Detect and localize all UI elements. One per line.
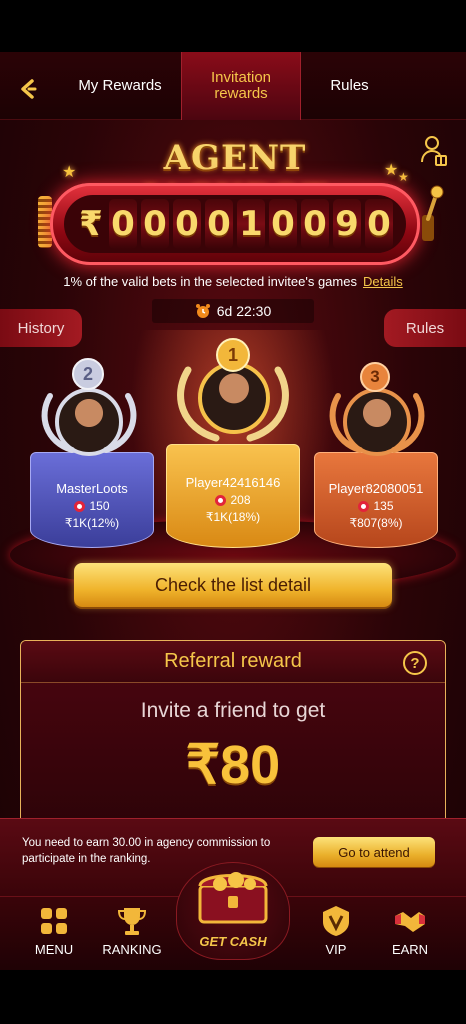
app-root: My Rewards Invitation rewards Rules ★ ★ …	[0, 0, 466, 1024]
jackpot-digit: 0	[109, 199, 137, 249]
referral-reward-card: Referral reward ? Invite a friend to get…	[20, 640, 446, 830]
podium-count-row: 150	[31, 499, 153, 513]
referral-subtitle: Invite a friend to get	[140, 699, 326, 722]
rank-number: 1	[227, 344, 238, 365]
get-cash-label: GET CASH	[199, 934, 267, 949]
referral-title: Referral reward	[164, 650, 302, 672]
podium-amount: ₹1K(12%)	[64, 516, 120, 530]
back-arrow-icon	[21, 79, 37, 99]
go-to-attend-button[interactable]: Go to attend	[313, 837, 435, 867]
referral-header: Referral reward ?	[21, 641, 445, 683]
podium-count-row: 135	[315, 499, 437, 513]
trophy-icon	[117, 908, 147, 935]
podium-name: Player82080051	[328, 481, 424, 496]
jackpot-digit: 0	[269, 199, 297, 249]
details-link[interactable]: Details	[363, 274, 403, 289]
tab-rules[interactable]: Rules	[302, 52, 397, 120]
jackpot-title: AGENT JACKPOT	[142, 138, 328, 218]
jackpot-reels: ₹ 000010090	[64, 195, 406, 253]
podium-amount: ₹807(8%)	[349, 516, 403, 530]
jackpot-digit: 0	[365, 199, 393, 249]
nav-label: EARN	[391, 942, 429, 957]
jackpot-digit: 0	[141, 199, 169, 249]
nav-menu[interactable]: MENU	[14, 897, 94, 971]
help-icon[interactable]: ?	[403, 651, 427, 675]
star-icon: ★	[62, 164, 77, 181]
jackpot-digit: 9	[333, 199, 361, 249]
top-tab-bar: My Rewards Invitation rewards Rules	[0, 52, 466, 120]
nav-earn[interactable]: EARN	[370, 897, 450, 971]
podium-name: Player42416146	[185, 475, 281, 490]
chip-icon	[74, 500, 86, 512]
podium-card-rank-2[interactable]: MasterLoots 150 ₹1K(12%)	[30, 452, 154, 548]
treasure-chest-icon	[198, 872, 268, 924]
jackpot-description-text: 1% of the valid bets in the selected inv…	[63, 274, 357, 289]
back-button[interactable]	[14, 74, 44, 104]
rank-badge-1: 1	[216, 338, 250, 372]
menu-grid-icon	[41, 908, 67, 934]
podium-count: 150	[89, 499, 110, 513]
alarm-clock-icon	[195, 304, 210, 318]
check-list-detail-button[interactable]: Check the list detail	[74, 563, 392, 607]
jackpot-description: 1% of the valid bets in the selected inv…	[0, 274, 466, 289]
star-icon: ★	[398, 170, 409, 184]
chip-icon	[358, 500, 370, 512]
nav-label: MENU	[34, 942, 74, 957]
system-nav-area	[0, 970, 466, 1024]
podium-count: 208	[230, 493, 251, 507]
jackpot-counter: ₹ 000010090	[50, 183, 420, 265]
podium-card-rank-3[interactable]: Player82080051 135 ₹807(8%)	[314, 452, 438, 548]
rank-number: 3	[370, 367, 380, 386]
jackpot-digit: 0	[173, 199, 201, 249]
status-bar-area	[0, 0, 466, 52]
jackpot-digit: 1	[237, 199, 265, 249]
handshake-icon	[395, 912, 425, 932]
rank-badge-2: 2	[72, 358, 104, 390]
vip-shield-icon	[323, 906, 349, 936]
invite-user-icon[interactable]	[420, 134, 448, 168]
referral-amount: ₹80	[185, 735, 281, 795]
nav-ranking[interactable]: RANKING	[92, 897, 172, 971]
podium-count-row: 208	[167, 493, 299, 507]
rules-button[interactable]: Rules	[384, 309, 466, 347]
chip-icon	[215, 494, 227, 506]
tab-invitation-rewards[interactable]: Invitation rewards	[181, 52, 301, 120]
podium-count: 135	[373, 499, 394, 513]
timer-value: 6d 22:30	[216, 303, 272, 319]
slot-lever-icon	[422, 185, 444, 241]
countdown-timer: 6d 22:30	[152, 299, 314, 323]
nav-label: VIP	[325, 942, 347, 957]
currency-symbol: ₹	[79, 204, 103, 244]
podium-card-rank-1[interactable]: Player42416146 208 ₹1K(18%)	[166, 444, 300, 548]
jackpot-digit: 0	[205, 199, 233, 249]
history-button[interactable]: History	[0, 309, 82, 347]
rank-badge-3: 3	[360, 362, 390, 392]
tab-my-rewards[interactable]: My Rewards	[60, 52, 180, 120]
podium-amount: ₹1K(18%)	[205, 510, 261, 524]
nav-label: RANKING	[102, 942, 162, 957]
podium-name: MasterLoots	[56, 481, 128, 496]
rank-number: 2	[82, 363, 93, 384]
jackpot-digit: 0	[301, 199, 329, 249]
nav-vip[interactable]: VIP	[296, 897, 376, 971]
